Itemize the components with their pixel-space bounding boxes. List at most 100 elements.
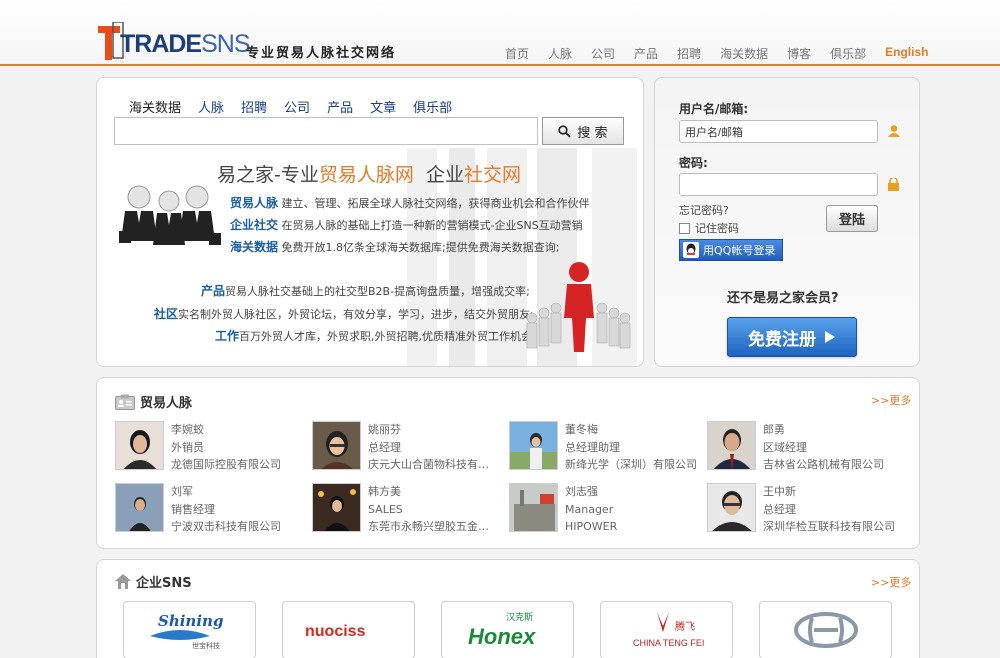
nav-companies[interactable]: 公司 <box>591 45 615 62</box>
feature-enterprise-sns: 企业社交 在贸易人脉的基础上打造一种新的营销模式-企业SNS互动营销 <box>230 218 583 232</box>
nav-contacts[interactable]: 人脉 <box>548 45 572 62</box>
person-info: 姚丽芬 总经理 庆元大山合菌物科技有… <box>368 423 489 471</box>
tab-articles[interactable]: 文章 <box>370 97 396 116</box>
search-panel: 海关数据 人脉 招聘 公司 产品 文章 俱乐部 搜 索 易之家-专业贸易人脉网 … <box>96 77 644 367</box>
qq-login-label: 用QQ帐号登录 <box>703 244 776 257</box>
tab-customs-data[interactable]: 海关数据 <box>129 97 181 116</box>
site-logo[interactable]: TRADESNS <box>96 22 251 64</box>
home-icon <box>115 574 131 589</box>
site-header: TRADESNS 专业贸易人脉社交网络 首页 人脉 公司 产品 招聘 海关数据 … <box>0 0 1000 66</box>
play-arrow-icon <box>825 331 835 343</box>
brand-logo-hyundai[interactable] <box>759 601 892 658</box>
avatar[interactable] <box>509 421 558 470</box>
search-icon <box>558 124 572 138</box>
person-card[interactable]: 董冬梅 总经理助理 新绛光学（深圳）有限公司 <box>509 421 705 477</box>
user-icon <box>888 125 900 137</box>
password-label: 密码: <box>679 156 708 170</box>
svg-text:nuociss: nuociss <box>305 623 366 640</box>
site-slogan: 专业贸易人脉社交网络 <box>246 46 397 61</box>
username-label: 用户名/邮箱: <box>679 102 749 116</box>
leader-crowd-icon <box>526 262 631 352</box>
remember-label: 记住密码 <box>695 222 739 235</box>
search-button[interactable]: 搜 索 <box>542 117 624 145</box>
person-card[interactable]: 姚丽芬 总经理 庆元大山合菌物科技有… <box>312 421 508 477</box>
person-info: 刘志强 Manager HIPOWER <box>565 485 618 533</box>
not-member-text: 还不是易之家会员? <box>727 291 839 306</box>
avatar[interactable] <box>509 483 558 532</box>
brand-logo-honex[interactable]: 汉克斯 Honex <box>441 601 574 658</box>
forgot-password-link[interactable]: 忘记密码? <box>679 202 729 218</box>
password-input[interactable] <box>679 173 878 196</box>
avatar[interactable] <box>707 421 756 470</box>
lock-icon <box>888 178 899 191</box>
person-info: 韩方美 SALES 东莞市永畅兴塑胶五金… <box>368 485 489 533</box>
svg-text:Honex: Honex <box>468 624 536 649</box>
search-input[interactable] <box>114 117 538 145</box>
tab-club[interactable]: 俱乐部 <box>413 97 452 116</box>
person-card[interactable]: 王中新 总经理 深圳华检互联科技有限公司 <box>707 483 903 539</box>
brand-logo-china-tengfei[interactable]: 腾飞 CHINA TENG FEI <box>600 601 733 658</box>
login-button[interactable]: 登陆 <box>826 205 878 232</box>
trade-contacts-section: 贸易人脉 >>更多 李婉蛟 外销员 龙德国际控股有限公司 姚丽芬 总经理 庆元大山合菌物… <box>96 377 920 549</box>
person-card[interactable]: 郎勇 区域经理 吉林省公路机械有限公司 <box>707 421 903 477</box>
enterprise-sns-title: 企业SNS <box>115 572 192 591</box>
remember-password[interactable]: 记住密码 <box>679 220 739 236</box>
register-button[interactable]: 免费注册 <box>727 317 857 357</box>
avatar[interactable] <box>312 421 361 470</box>
avatar[interactable] <box>707 483 756 532</box>
qq-icon <box>683 242 699 258</box>
search-button-label: 搜 索 <box>577 125 608 141</box>
nav-jobs[interactable]: 招聘 <box>677 45 701 62</box>
avatar[interactable] <box>115 483 164 532</box>
trade-contacts-title: 贸易人脉 <box>115 392 192 411</box>
contacts-card-icon <box>115 394 135 410</box>
person-info: 李婉蛟 外销员 龙德国际控股有限公司 <box>171 423 281 471</box>
avatar[interactable] <box>115 421 164 470</box>
enterprise-sns-more-link[interactable]: >>更多 <box>871 574 911 590</box>
nav-customs-data[interactable]: 海关数据 <box>720 45 768 62</box>
hero-headline: 易之家-专业贸易人脉网 企业社交网 <box>217 164 521 186</box>
logo-text: TRADESNS <box>120 30 251 58</box>
brand-logo-nuociss[interactable]: nuociss <box>282 601 415 658</box>
main-nav: 首页 人脉 公司 产品 招聘 海关数据 博客 俱乐部 English <box>505 45 928 62</box>
avatar[interactable] <box>312 483 361 532</box>
person-info: 董冬梅 总经理助理 新绛光学（深圳）有限公司 <box>565 423 697 471</box>
svg-text:Shining: Shining <box>158 612 223 630</box>
svg-text:腾飞: 腾飞 <box>675 620 695 633</box>
person-info: 王中新 总经理 深圳华检互联科技有限公司 <box>763 485 895 533</box>
nav-blog[interactable]: 博客 <box>787 45 811 62</box>
nav-club[interactable]: 俱乐部 <box>830 45 866 62</box>
nav-english[interactable]: English <box>885 45 928 62</box>
business-people-icon <box>119 185 221 245</box>
svg-text:汉克斯: 汉克斯 <box>506 611 533 623</box>
nav-home[interactable]: 首页 <box>505 45 529 62</box>
hyundai-logo-icon <box>793 612 858 648</box>
register-label: 免费注册 <box>748 329 816 350</box>
enterprise-sns-section: 企业SNS >>更多 Shining 世宝科技 nuociss 汉克斯 Hone… <box>96 559 920 658</box>
tab-contacts[interactable]: 人脉 <box>198 97 224 116</box>
login-panel: 用户名/邮箱: 密码: 忘记密码? 记住密码 登陆 用QQ帐号登录 还不是易之家… <box>654 77 920 367</box>
brand-logo-shining[interactable]: Shining 世宝科技 <box>123 601 256 658</box>
person-card[interactable]: 刘志强 Manager HIPOWER <box>509 483 705 539</box>
feature-customs-data: 海关数据 免费开放1.8亿条全球海关数据库;提供免费海关数据查询; <box>230 240 560 254</box>
person-info: 刘军 销售经理 宁波双击科技有限公司 <box>171 485 281 533</box>
person-info: 郎勇 区域经理 吉林省公路机械有限公司 <box>763 423 884 471</box>
trade-contacts-more-link[interactable]: >>更多 <box>871 392 911 408</box>
feature-community: 社区实名制外贸人脉社区，外贸论坛，有效分享，学习，进步，结交外贸朋友; <box>154 307 534 321</box>
remember-checkbox[interactable] <box>679 222 690 234</box>
svg-text:世宝科技: 世宝科技 <box>192 641 220 650</box>
person-card[interactable]: 李婉蛟 外销员 龙德国际控股有限公司 <box>115 421 311 477</box>
search-tabs: 海关数据 人脉 招聘 公司 产品 文章 俱乐部 <box>129 97 469 116</box>
feature-trade-contacts: 贸易人脉 建立、管理、拓展全球人脉社交网络，获得商业机会和合作伙伴 <box>230 196 590 210</box>
feature-jobs: 工作百万外贸人才库，外贸求职,外贸招聘,优质精准外贸工作机会; <box>215 329 536 343</box>
qq-login-button[interactable]: 用QQ帐号登录 <box>679 239 783 261</box>
person-card[interactable]: 刘军 销售经理 宁波双击科技有限公司 <box>115 483 311 539</box>
svg-text:CHINA TENG FEI: CHINA TENG FEI <box>633 638 704 648</box>
tab-jobs[interactable]: 招聘 <box>241 97 267 116</box>
feature-products: 产品贸易人脉社交基础上的社交型B2B-提高询盘质量，增强成交率; <box>201 284 530 298</box>
nav-products[interactable]: 产品 <box>634 45 658 62</box>
username-input[interactable] <box>679 120 878 143</box>
person-card[interactable]: 韩方美 SALES 东莞市永畅兴塑胶五金… <box>312 483 508 539</box>
tab-products[interactable]: 产品 <box>327 97 353 116</box>
tab-companies[interactable]: 公司 <box>284 97 310 116</box>
